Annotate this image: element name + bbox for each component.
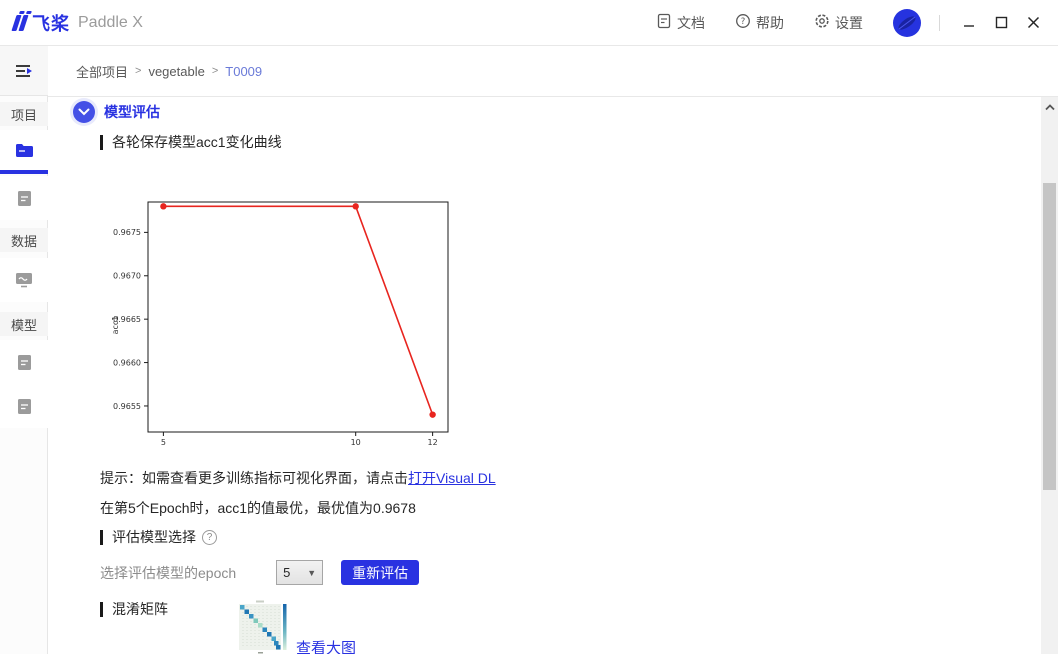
settings-label: 设置 <box>835 13 863 33</box>
scrollbar-up-arrow[interactable] <box>1041 99 1058 115</box>
docs-label: 文档 <box>677 13 705 33</box>
sidebar-item-model-train[interactable] <box>0 340 48 384</box>
help-label: 帮助 <box>756 13 784 33</box>
document-icon <box>656 13 672 32</box>
breadcrumb-separator: > <box>135 65 141 77</box>
breadcrumb: 全部项目 > vegetable > T0009 <box>48 46 1058 97</box>
scrollable-panel: 模型评估 各轮保存模型acc1变化曲线 0.96550.96600.96650.… <box>48 97 1058 654</box>
help-tooltip-icon[interactable]: ? <box>202 530 217 545</box>
file-icon <box>17 354 32 371</box>
svg-text:5: 5 <box>161 438 166 447</box>
question-circle-icon: ? <box>735 13 751 32</box>
logo-text-cn: 飞桨 <box>32 10 70 36</box>
minimize-button[interactable] <box>956 10 982 36</box>
epoch-selected-value: 5 <box>283 565 290 580</box>
close-button[interactable] <box>1020 10 1046 36</box>
file-icon <box>17 190 32 207</box>
model-select-title: 评估模型选择 <box>112 527 196 547</box>
top-bar: 飞桨 Paddle X 文档 ? 帮助 设置 <box>0 0 1058 46</box>
section-bar <box>100 602 103 617</box>
acc1-line-chart: 0.96550.96600.96650.96700.967551012epoch… <box>108 196 468 451</box>
sidebar-item-project-doc[interactable] <box>0 176 48 220</box>
sidebar-group-project: 项目 <box>0 102 48 126</box>
page-title: 模型评估 <box>104 102 160 122</box>
sidebar-item-model-eval[interactable] <box>0 384 48 428</box>
maximize-button[interactable] <box>988 10 1014 36</box>
re-evaluate-button[interactable]: 重新评估 <box>341 560 419 585</box>
breadcrumb-separator: > <box>212 65 218 77</box>
chart-section-title: 各轮保存模型acc1变化曲线 <box>112 132 282 152</box>
tip-text: 提示：如需查看更多训练指标可视化界面，请点击打开Visual DL <box>100 468 496 488</box>
vertical-scrollbar <box>1041 97 1058 654</box>
confusion-matrix-title: 混淆矩阵 <box>112 599 168 619</box>
svg-text:?: ? <box>741 17 746 27</box>
tip-prefix: 提示：如需查看更多训练指标可视化界面，请点击 <box>100 470 408 486</box>
folder-icon <box>15 143 34 158</box>
best-epoch-text: 在第5个Epoch时，acc1的值最优，最优值为0.9678 <box>100 498 416 518</box>
svg-text:12: 12 <box>428 438 438 447</box>
gear-icon <box>814 13 830 32</box>
breadcrumb-project[interactable]: vegetable <box>148 64 204 79</box>
window-controls-separator <box>939 15 940 31</box>
svg-text:acc1: acc1 <box>111 316 120 335</box>
confusion-matrix-thumbnail[interactable] <box>238 600 288 654</box>
sidebar-group-data: 数据 <box>0 228 48 252</box>
left-sidebar: 项目 数据 模型 <box>0 46 48 654</box>
sidebar-item-dataset[interactable] <box>0 258 48 302</box>
file-icon <box>17 398 32 415</box>
monitor-chart-icon <box>15 272 33 288</box>
svg-text:0.9660: 0.9660 <box>113 358 141 367</box>
sidebar-item-project-list[interactable] <box>0 130 48 174</box>
paddle-x-window: 飞桨 Paddle X 文档 ? 帮助 设置 <box>0 0 1058 654</box>
breadcrumb-all-projects[interactable]: 全部项目 <box>76 62 128 81</box>
logo-text-en: Paddle X <box>78 14 143 32</box>
svg-text:0.9670: 0.9670 <box>113 272 141 281</box>
breadcrumb-task-current: T0009 <box>225 64 262 79</box>
docs-menu-item[interactable]: 文档 <box>656 13 705 33</box>
scrollbar-thumb[interactable] <box>1043 183 1056 490</box>
section-bar <box>100 135 103 150</box>
chevron-down-icon: ▼ <box>307 568 316 578</box>
help-menu-item[interactable]: ? 帮助 <box>735 13 784 33</box>
settings-menu-item[interactable]: 设置 <box>814 13 863 33</box>
section-bar <box>100 530 103 545</box>
menu-expand-icon <box>14 63 34 79</box>
paddle-logo-icon <box>14 15 26 31</box>
sidebar-collapse-button[interactable] <box>0 46 48 96</box>
app-logo: 飞桨 Paddle X <box>0 10 143 36</box>
user-avatar[interactable] <box>893 9 921 37</box>
view-large-image-link[interactable]: 查看大图 <box>296 637 356 654</box>
svg-text:0.9655: 0.9655 <box>113 402 141 411</box>
main-content: 全部项目 > vegetable > T0009 模型评估 各轮保存模型acc1… <box>48 46 1058 654</box>
open-visualdl-link[interactable]: 打开Visual DL <box>408 470 496 486</box>
collapse-section-button[interactable] <box>73 101 95 123</box>
epoch-select-dropdown[interactable]: 5 ▼ <box>276 560 323 585</box>
chevron-down-icon <box>78 108 90 116</box>
svg-text:0.9675: 0.9675 <box>113 228 141 237</box>
sidebar-group-model: 模型 <box>0 312 48 336</box>
epoch-select-label: 选择评估模型的epoch <box>100 563 236 583</box>
svg-text:10: 10 <box>351 438 361 447</box>
